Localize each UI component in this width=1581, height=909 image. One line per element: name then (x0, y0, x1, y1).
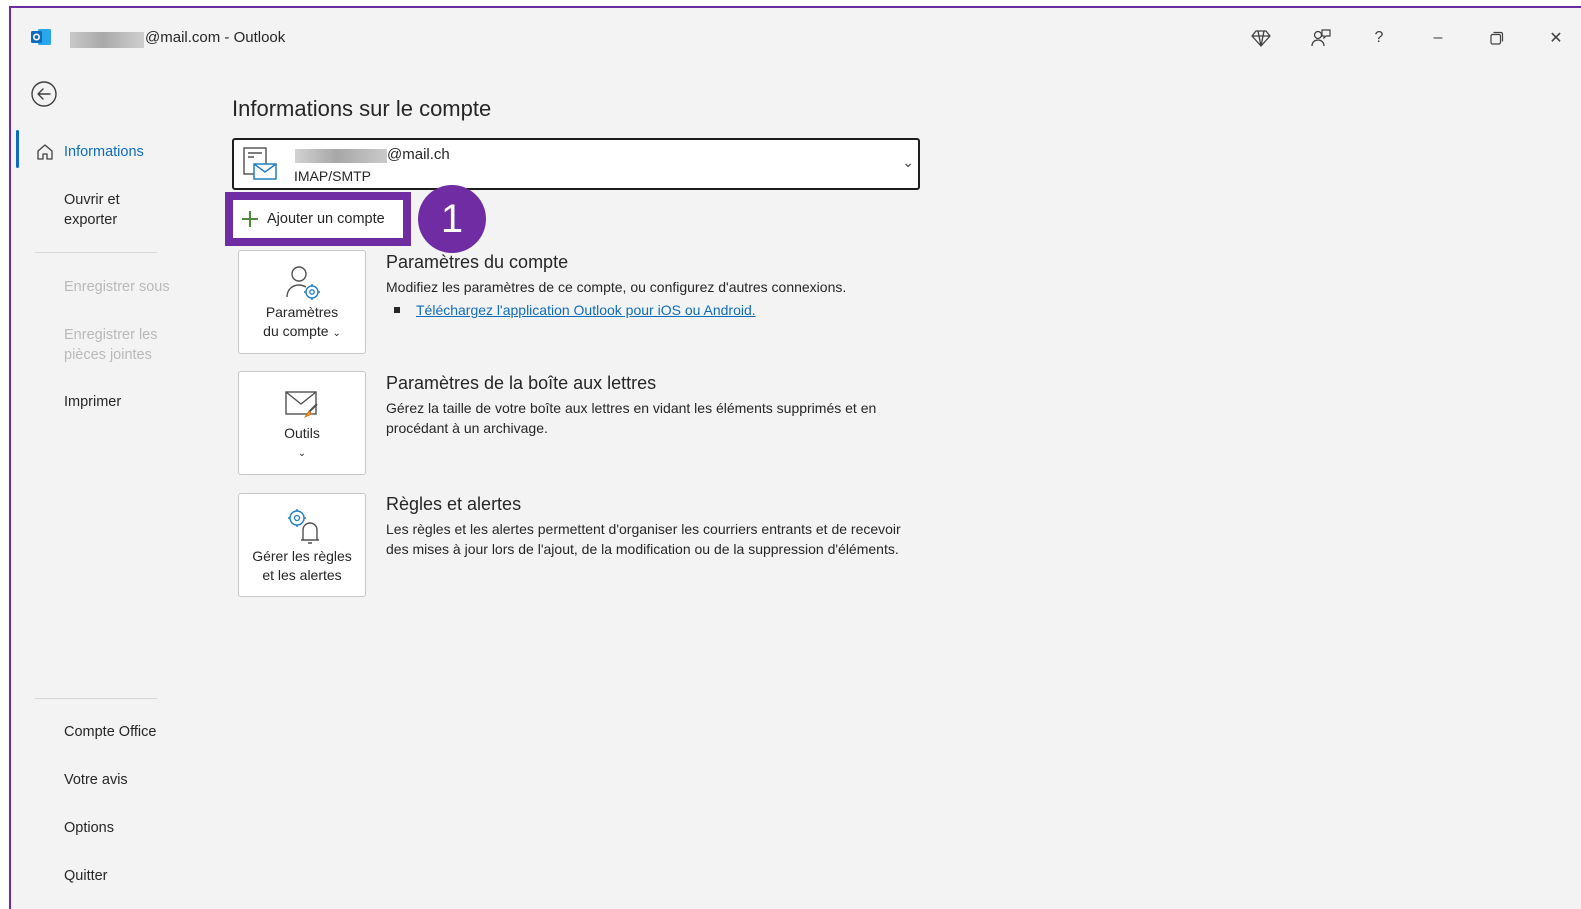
close-icon[interactable]: ✕ (1542, 24, 1570, 52)
chevron-down-icon: ⌄ (297, 448, 307, 459)
active-indicator (16, 130, 19, 168)
premium-diamond-icon[interactable] (1247, 24, 1275, 52)
title-bar: @mail.com - Outlook ? – ✕ (11, 8, 1581, 66)
section-title: Paramètres du compte (386, 252, 569, 272)
window-title: @mail.com - Outlook (145, 29, 286, 46)
rules-alerts-icon (288, 509, 319, 544)
add-account-button[interactable]: Ajouter un compte (233, 200, 403, 238)
redacted-email (295, 149, 387, 163)
nav-save-as: Enregistrer sous (64, 279, 170, 295)
mailbox-cleanup-icon (285, 391, 318, 418)
chevron-down-icon: ⌄ (332, 328, 341, 339)
nav-informations[interactable]: Informations (64, 142, 144, 162)
minimize-icon[interactable]: – (1424, 24, 1452, 52)
back-arrow-icon[interactable] (30, 80, 58, 108)
account-selector[interactable]: @mail.ch IMAP/SMTP ⌄ (232, 138, 920, 190)
nav-divider (35, 252, 157, 253)
nav-feedback[interactable]: Votre avis (64, 770, 128, 790)
tools-tile[interactable]: Outils ⌄ (238, 371, 366, 475)
tile-label-line2: et les alertes (262, 567, 342, 583)
chevron-down-icon: ⌄ (902, 154, 914, 170)
step-number-badge: 1 (418, 185, 486, 253)
redacted-email (70, 32, 144, 48)
section-title: Règles et alertes (386, 494, 522, 514)
tile-label: Outils (284, 425, 320, 441)
nav-quit[interactable]: Quitter (64, 866, 108, 886)
mail-account-icon (243, 147, 277, 180)
nav-open-export[interactable]: Ouvrir et exporter (64, 190, 144, 230)
backstage-nav: Informations Ouvrir et exporter Enregist… (11, 66, 183, 909)
tile-label: Gérer les règles (252, 548, 352, 564)
account-settings-icon (286, 266, 320, 300)
outlook-logo-icon (31, 29, 51, 45)
account-email: @mail.ch (387, 146, 450, 163)
account-info-panel: Informations sur le compte @mail.ch IMAP… (183, 66, 1581, 909)
tile-label-text: du compte (263, 323, 329, 339)
nav-save-attachments: Enregistrer les pièces jointes (64, 327, 158, 363)
nav-print[interactable]: Imprimer (64, 392, 121, 412)
restore-icon[interactable] (1483, 24, 1511, 52)
section-description: Les règles et les alertes permettent d'o… (386, 521, 901, 557)
nav-options[interactable]: Options (64, 818, 114, 838)
bullet-marker (394, 307, 400, 313)
help-icon[interactable]: ? (1365, 24, 1393, 52)
tile-label: Paramètres (265, 304, 339, 320)
home-icon (37, 144, 53, 160)
outlook-window: @mail.com - Outlook ? – ✕ Informations O… (9, 6, 1581, 909)
section-description: Modifiez les paramètres de ce compte, ou… (386, 279, 847, 295)
section-description: Gérez la taille de votre boîte aux lettr… (386, 400, 877, 436)
coaching-feedback-icon[interactable] (1307, 24, 1335, 52)
page-title: Informations sur le compte (232, 96, 492, 121)
tile-label-line2: du compte ⌄ (239, 322, 365, 343)
account-type: IMAP/SMTP (294, 168, 372, 184)
download-mobile-app-link[interactable]: Téléchargez l'application Outlook pour i… (416, 302, 756, 318)
section-title: Paramètres de la boîte aux lettres (386, 373, 657, 393)
tile-chevron-row: ⌄ (239, 442, 365, 463)
plus-icon (241, 210, 259, 228)
add-account-label: Ajouter un compte (267, 211, 385, 227)
account-settings-tile[interactable]: Paramètres du compte ⌄ (238, 250, 366, 354)
nav-office-account[interactable]: Compte Office (64, 722, 156, 742)
nav-divider (35, 698, 157, 699)
rules-alerts-tile[interactable]: Gérer les règles et les alertes (238, 493, 366, 597)
